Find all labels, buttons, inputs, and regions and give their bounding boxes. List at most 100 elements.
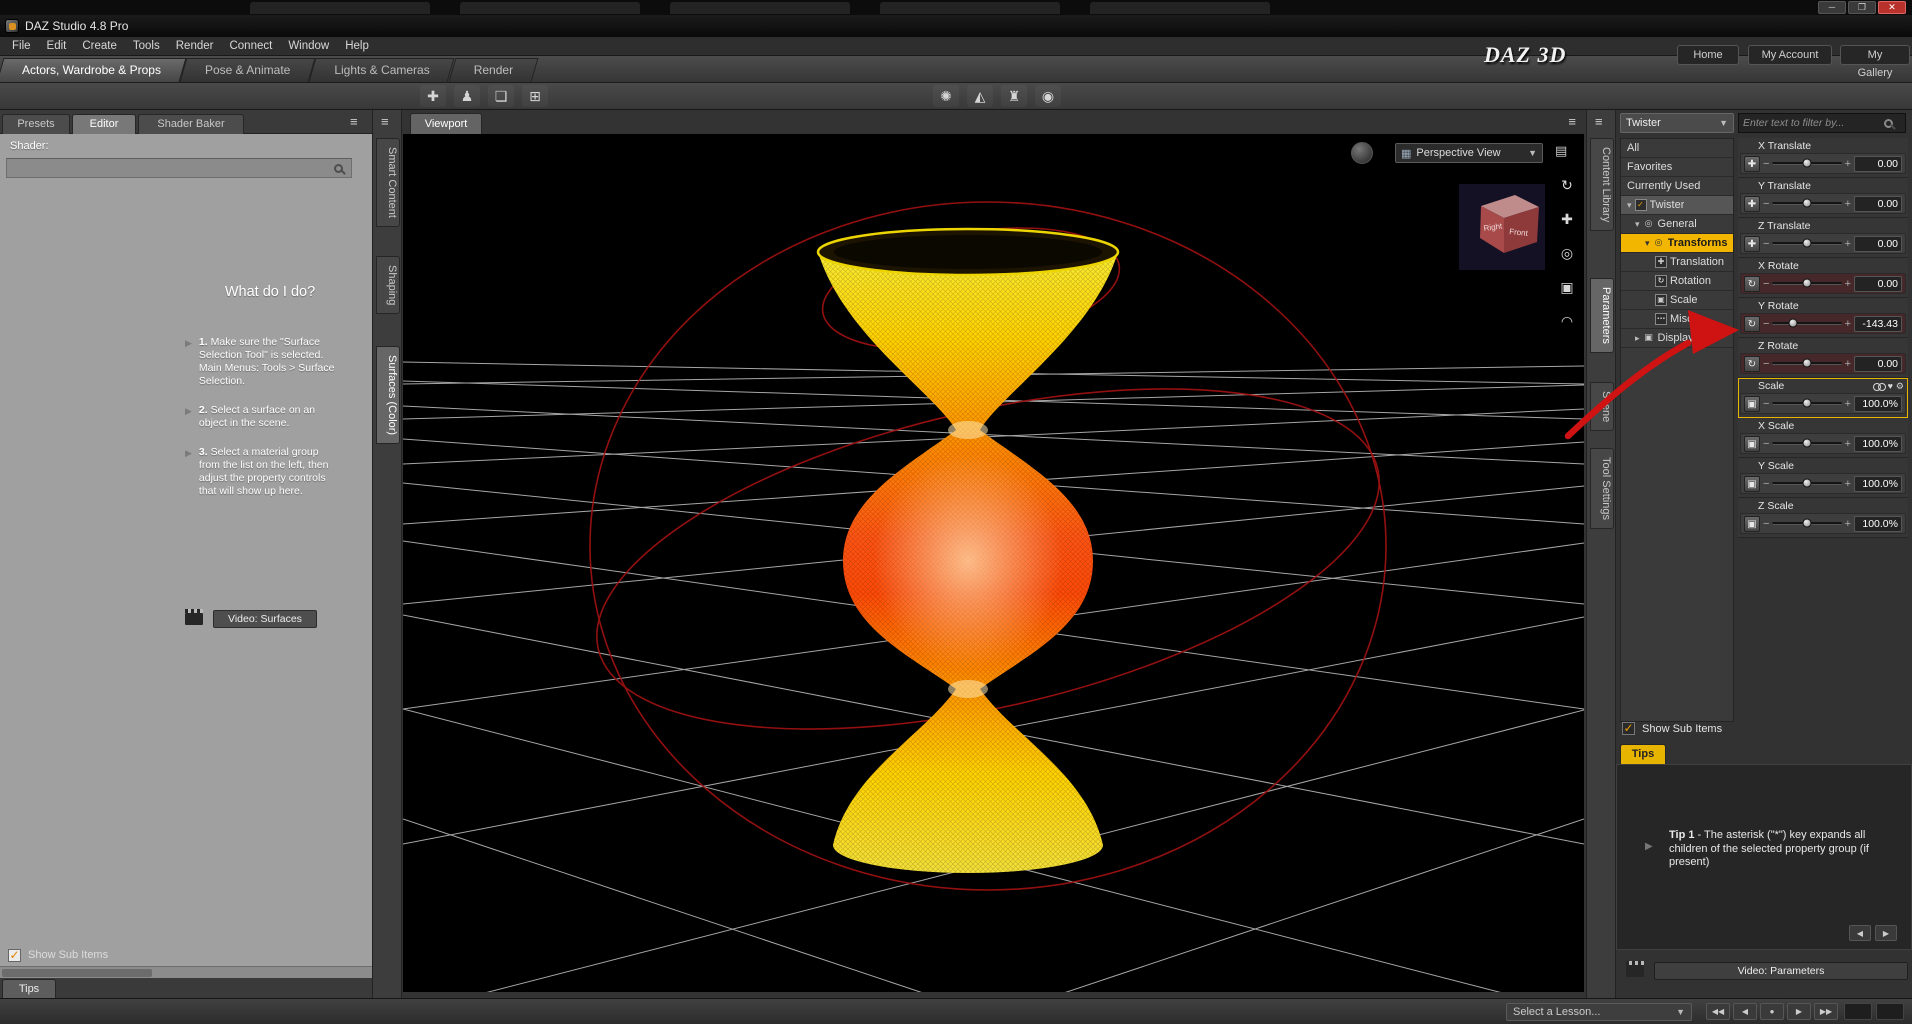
parameter-slider[interactable]: [1772, 242, 1841, 245]
frame-counter[interactable]: [1876, 1003, 1904, 1020]
decrement-button[interactable]: [1763, 439, 1769, 449]
create-plane-icon[interactable]: ⊞: [522, 85, 548, 107]
parameter-value[interactable]: 100.0%: [1854, 436, 1902, 452]
create-figure-icon[interactable]: ♟: [454, 85, 480, 107]
twister-object[interactable]: [818, 229, 1118, 873]
expander-icon[interactable]: [1635, 329, 1640, 347]
video-parameters-button[interactable]: Video: Parameters: [1654, 962, 1908, 980]
parameter-type-icon[interactable]: [1744, 396, 1760, 412]
slider-knob[interactable]: [1789, 319, 1798, 328]
slider-knob[interactable]: [1803, 479, 1812, 488]
minimize-button[interactable]: ─: [1818, 1, 1846, 14]
surface-search-field[interactable]: [6, 158, 352, 178]
orbit-camera-icon[interactable]: ↻: [1555, 174, 1579, 196]
tab-smart-content[interactable]: Smart Content: [376, 138, 400, 227]
decrement-button[interactable]: [1763, 479, 1769, 489]
parameter-type-icon[interactable]: [1744, 196, 1760, 212]
tree-group-transforms[interactable]: ◎ Transforms: [1621, 234, 1733, 253]
menu-item[interactable]: Render: [168, 37, 222, 55]
slider-knob[interactable]: [1803, 199, 1812, 208]
decrement-button[interactable]: [1763, 159, 1769, 169]
home-button[interactable]: Home: [1677, 45, 1739, 65]
menu-item[interactable]: Connect: [221, 37, 280, 55]
slider-knob[interactable]: [1803, 279, 1812, 288]
tree-group-translation[interactable]: ✚ Translation: [1621, 253, 1733, 272]
parameter-value[interactable]: 0.00: [1854, 156, 1902, 172]
tree-group-rotation[interactable]: ↻ Rotation: [1621, 272, 1733, 291]
tab-parameters[interactable]: Parameters: [1590, 278, 1614, 353]
horizontal-scrollbar[interactable]: [0, 966, 372, 978]
increment-button[interactable]: [1845, 439, 1851, 449]
parameter-type-icon[interactable]: [1744, 436, 1760, 452]
menu-item[interactable]: Window: [280, 37, 337, 55]
viewport-canvas[interactable]: Right Front ▦ Perspective View ▼ ▤ ↻ ✚ ◎…: [403, 134, 1584, 992]
frame-counter[interactable]: [1844, 1003, 1872, 1020]
my-gallery-button[interactable]: My Gallery: [1840, 45, 1910, 65]
close-button[interactable]: ✕: [1878, 1, 1906, 14]
menu-item[interactable]: Create: [74, 37, 125, 55]
parameter-type-icon[interactable]: [1744, 516, 1760, 532]
increment-button[interactable]: [1845, 159, 1851, 169]
parameter-value[interactable]: 100.0%: [1854, 396, 1902, 412]
camera-sphere-icon[interactable]: [1351, 142, 1373, 164]
parameter-slider[interactable]: [1772, 162, 1841, 165]
viewport-3d-scene[interactable]: Right Front: [403, 134, 1584, 992]
transport-button[interactable]: ▶▶: [1814, 1003, 1838, 1020]
create-spotlight-icon[interactable]: ◭: [967, 85, 993, 107]
increment-button[interactable]: [1845, 479, 1851, 489]
gear-icon[interactable]: ⚙: [1896, 381, 1904, 391]
tab-editor[interactable]: Editor: [72, 114, 136, 134]
transport-button[interactable]: ◀◀: [1706, 1003, 1730, 1020]
filter-row[interactable]: Favorites: [1621, 158, 1733, 177]
dock-menu-icon[interactable]: ≡: [1595, 116, 1603, 128]
menu-item[interactable]: Tools: [125, 37, 168, 55]
tab-viewport[interactable]: Viewport: [410, 113, 482, 134]
slider-knob[interactable]: [1803, 239, 1812, 248]
decrement-button[interactable]: [1763, 359, 1769, 369]
expander-icon[interactable]: [1635, 215, 1640, 233]
view-selector[interactable]: ▦ Perspective View ▼: [1395, 143, 1543, 163]
menu-item[interactable]: Help: [337, 37, 377, 55]
pan-camera-icon[interactable]: ✚: [1555, 208, 1579, 230]
surface-search-input[interactable]: [7, 160, 334, 176]
slider-knob[interactable]: [1803, 359, 1812, 368]
parameter-value[interactable]: 100.0%: [1854, 476, 1902, 492]
parameter-filter-input[interactable]: [1743, 117, 1884, 129]
transport-button[interactable]: ◀: [1733, 1003, 1757, 1020]
parameter-slider[interactable]: [1772, 402, 1841, 405]
parameter-type-icon[interactable]: [1744, 476, 1760, 492]
transport-button[interactable]: ▶: [1787, 1003, 1811, 1020]
increment-button[interactable]: [1845, 519, 1851, 529]
tab-surfaces-color[interactable]: Surfaces (Color): [376, 346, 400, 444]
tab-tips-left[interactable]: Tips: [2, 979, 56, 998]
increment-button[interactable]: [1845, 359, 1851, 369]
viewport-pane-icon[interactable]: ▤: [1555, 143, 1567, 159]
tree-node-twister[interactable]: ✓ Twister: [1621, 196, 1733, 215]
maximize-button[interactable]: ❐: [1848, 1, 1876, 14]
menu-item[interactable]: File: [4, 37, 39, 55]
filter-row[interactable]: Currently Used: [1621, 177, 1733, 196]
parameter-value[interactable]: 0.00: [1854, 196, 1902, 212]
slider-knob[interactable]: [1803, 399, 1812, 408]
increment-button[interactable]: [1845, 199, 1851, 209]
transport-button[interactable]: ●: [1760, 1003, 1784, 1020]
activity-tab[interactable]: Pose & Animate: [183, 58, 312, 82]
menu-item[interactable]: Edit: [39, 37, 75, 55]
slider-knob[interactable]: [1803, 439, 1812, 448]
view-cube-gizmo[interactable]: Right Front: [1459, 184, 1545, 270]
parameter-slider[interactable]: [1772, 202, 1841, 205]
checkbox-checked-icon[interactable]: [8, 949, 21, 962]
increment-button[interactable]: [1845, 239, 1851, 249]
tree-group-general[interactable]: ◎ General: [1621, 215, 1733, 234]
parameter-value[interactable]: 0.00: [1854, 356, 1902, 372]
favorite-icon[interactable]: ♥: [1888, 381, 1893, 391]
decrement-button[interactable]: [1763, 279, 1769, 289]
viewport-menu-icon[interactable]: ≡: [1568, 116, 1576, 128]
parameter-type-icon[interactable]: [1744, 316, 1760, 332]
create-group-icon[interactable]: ❏: [488, 85, 514, 107]
aim-camera-icon[interactable]: ◠: [1555, 310, 1579, 332]
parameter-slider[interactable]: [1772, 322, 1841, 325]
slider-knob[interactable]: [1803, 159, 1812, 168]
parameter-value[interactable]: 0.00: [1854, 276, 1902, 292]
filter-row[interactable]: All: [1621, 139, 1733, 158]
